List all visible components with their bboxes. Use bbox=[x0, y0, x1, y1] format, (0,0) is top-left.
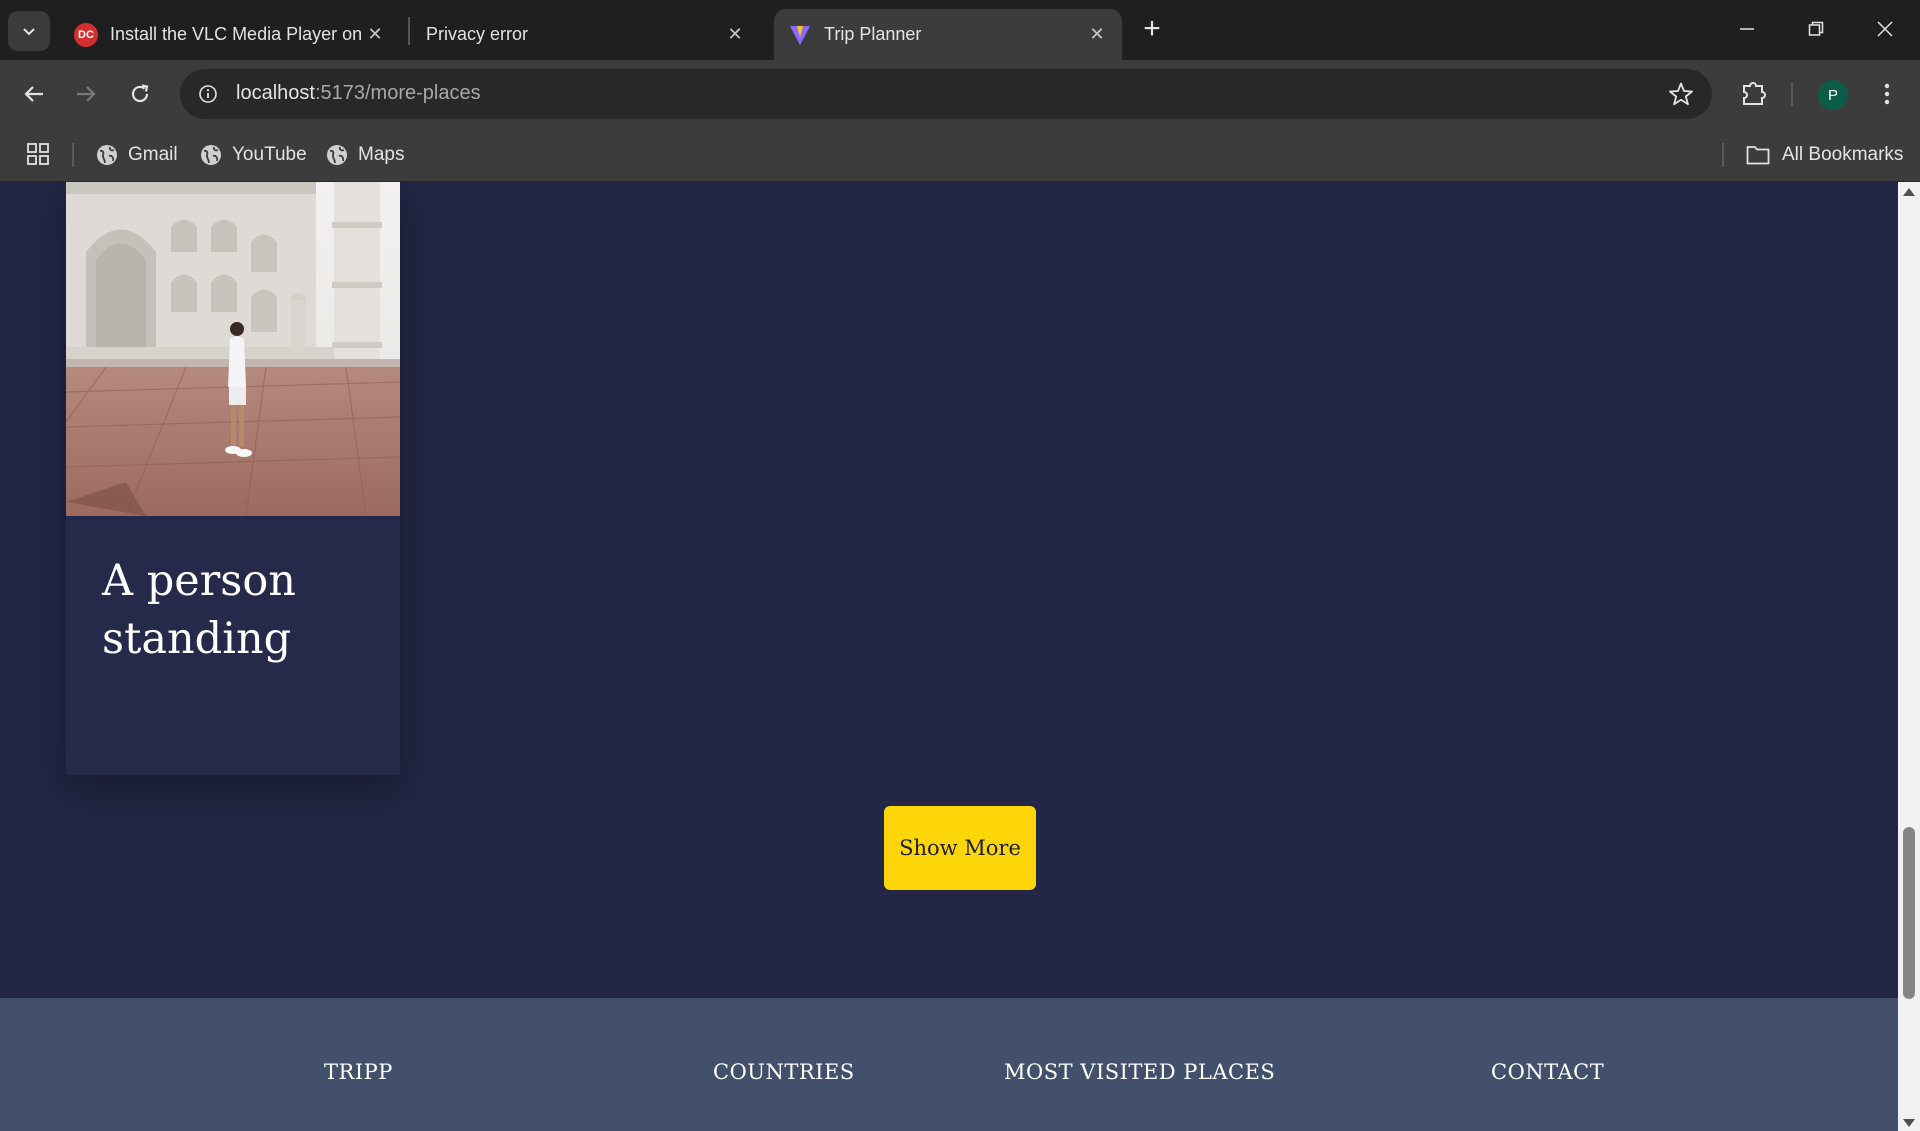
bookmark-label: Maps bbox=[358, 144, 405, 165]
browser-toolbar: localhost:5173/more-places P bbox=[0, 60, 1920, 128]
show-more-button[interactable]: Show More bbox=[884, 806, 1036, 890]
reload-button[interactable] bbox=[122, 76, 158, 112]
tab-strip: DC Install the VLC Media Player on ✕ Pri… bbox=[0, 0, 1920, 60]
window-close-icon[interactable] bbox=[1870, 14, 1900, 44]
url-path: :5173/more-places bbox=[314, 82, 481, 104]
extensions-icon[interactable] bbox=[1740, 78, 1768, 112]
profile-avatar[interactable]: P bbox=[1818, 80, 1848, 110]
folder-icon bbox=[1746, 146, 1770, 165]
bookmark-star-icon[interactable] bbox=[1668, 81, 1694, 111]
close-icon[interactable]: ✕ bbox=[364, 24, 386, 46]
tab-divider bbox=[408, 17, 410, 45]
site-info-icon[interactable] bbox=[192, 78, 224, 110]
tab-title: Privacy error bbox=[426, 24, 529, 44]
tab-search-button[interactable] bbox=[8, 11, 50, 51]
more-menu-icon[interactable] bbox=[1872, 78, 1902, 110]
new-tab-button[interactable]: + bbox=[1138, 14, 1166, 44]
bookmarks-divider bbox=[1722, 143, 1724, 167]
back-button[interactable] bbox=[16, 76, 52, 112]
scroll-up-icon[interactable] bbox=[1903, 188, 1915, 196]
url-host: localhost bbox=[236, 82, 315, 104]
address-bar[interactable]: localhost:5173/more-places bbox=[180, 69, 1712, 119]
apps-grid-icon[interactable] bbox=[26, 142, 50, 170]
globe-icon bbox=[201, 145, 221, 165]
place-card[interactable]: A person standing bbox=[66, 182, 400, 775]
page-viewport: A person standing Show More TRIPP COUNTR… bbox=[0, 182, 1898, 1131]
restore-icon[interactable] bbox=[1801, 14, 1831, 44]
footer-heading-countries: COUNTRIES bbox=[713, 1060, 855, 1084]
all-bookmarks-label: All Bookmarks bbox=[1782, 144, 1904, 165]
globe-icon bbox=[327, 145, 347, 165]
close-icon[interactable]: ✕ bbox=[1086, 24, 1108, 46]
tab-title: Install the VLC Media Player on bbox=[110, 24, 363, 44]
bookmark-label: Gmail bbox=[128, 144, 178, 165]
forward-button[interactable] bbox=[68, 76, 104, 112]
bookmarks-bar: Gmail YouTube Maps All Bookmarks bbox=[0, 128, 1920, 182]
scroll-down-icon[interactable] bbox=[1903, 1119, 1915, 1127]
minimize-icon[interactable] bbox=[1732, 14, 1762, 44]
bookmark-gmail[interactable]: Gmail bbox=[96, 140, 178, 170]
close-icon[interactable]: ✕ bbox=[724, 24, 746, 46]
globe-icon bbox=[97, 145, 117, 165]
tab-privacy-error[interactable]: Privacy error ✕ bbox=[412, 9, 760, 60]
footer-heading-contact: CONTACT bbox=[1491, 1060, 1605, 1084]
site-footer: TRIPP COUNTRIES MOST VISITED PLACES CONT… bbox=[0, 998, 1898, 1131]
reload-icon bbox=[131, 84, 149, 103]
all-bookmarks-button[interactable]: All Bookmarks bbox=[1746, 140, 1903, 170]
bookmark-label: YouTube bbox=[232, 144, 307, 165]
tab-trip-planner[interactable]: Trip Planner ✕ bbox=[774, 9, 1122, 60]
tab-title: Trip Planner bbox=[824, 24, 922, 44]
footer-heading-tripp: TRIPP bbox=[324, 1060, 393, 1084]
place-image bbox=[66, 182, 400, 516]
vite-favicon-icon bbox=[788, 23, 812, 47]
card-title: A person standing bbox=[102, 556, 296, 664]
toolbar-divider bbox=[1791, 82, 1793, 106]
back-arrow-icon bbox=[24, 86, 43, 102]
dc-favicon-icon: DC bbox=[74, 22, 98, 47]
chevron-down-icon bbox=[23, 28, 35, 36]
page-scrollbar[interactable] bbox=[1898, 182, 1920, 1131]
bookmark-youtube[interactable]: YouTube bbox=[200, 140, 307, 170]
forward-arrow-icon bbox=[77, 86, 96, 102]
taj-mahal-photo bbox=[66, 182, 400, 516]
bookmark-maps[interactable]: Maps bbox=[326, 140, 404, 170]
footer-heading-most-visited: MOST VISITED PLACES bbox=[1004, 1060, 1276, 1084]
bookmarks-divider bbox=[72, 143, 74, 167]
scroll-thumb[interactable] bbox=[1903, 827, 1915, 999]
tab-vlc[interactable]: DC Install the VLC Media Player on ✕ bbox=[60, 9, 400, 60]
url-text[interactable]: localhost:5173/more-places bbox=[236, 82, 481, 105]
